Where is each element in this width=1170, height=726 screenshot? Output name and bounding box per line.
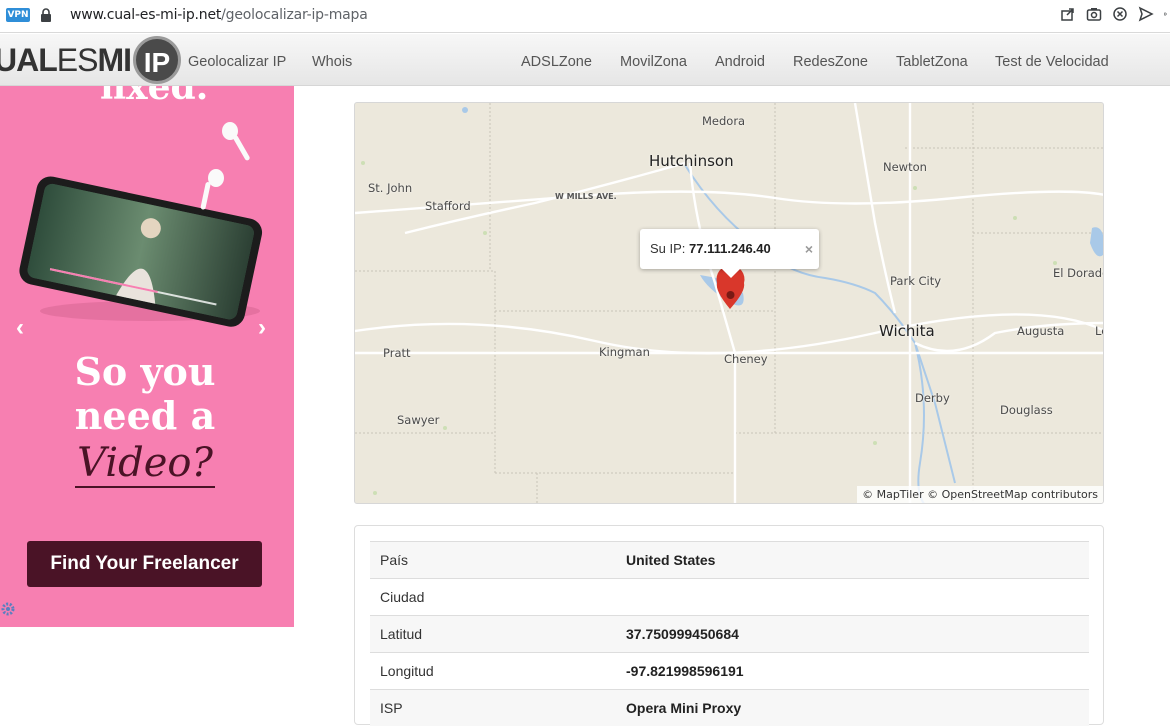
camera-icon[interactable]	[1086, 6, 1102, 22]
map-label-cheney: Cheney	[724, 352, 768, 366]
earbuds	[200, 122, 250, 210]
ip-map[interactable]: Medora Hutchinson Newton St. John Staffo…	[354, 102, 1104, 504]
vpn-badge[interactable]: VPN	[6, 8, 30, 22]
popup-tip	[722, 269, 740, 278]
ad-headline-line-1: So you	[74, 349, 216, 394]
map-label-derby: Derby	[915, 391, 950, 405]
row-value: -97.821998596191	[626, 663, 744, 679]
map-label-douglass: Douglass	[1000, 403, 1053, 417]
map-label-hutchinson: Hutchinson	[649, 152, 734, 170]
popup-close-button[interactable]: ×	[805, 229, 813, 269]
ad-headline-emphasis: Video?	[75, 440, 215, 488]
map-label-kingman: Kingman	[599, 345, 650, 359]
map-label-el-dorado: El Dorado	[1053, 266, 1104, 280]
menu-icon[interactable]	[1164, 6, 1170, 22]
map-attribution[interactable]: © MapTiler © OpenStreetMap contributors	[857, 486, 1103, 503]
url-field[interactable]: www.cual-es-mi-ip.net/geolocalizar-ip-ma…	[70, 7, 368, 23]
nav-tabletzona[interactable]: TabletZona	[896, 54, 968, 70]
nav-movilzona[interactable]: MovilZona	[620, 54, 687, 70]
ip-popup: Su IP: 77.111.246.40 ×	[640, 229, 819, 278]
block-icon[interactable]	[1112, 6, 1128, 22]
browser-toolbar	[1060, 6, 1170, 22]
map-label-pratt: Pratt	[383, 346, 411, 360]
map-label-sawyer: Sawyer	[397, 413, 440, 427]
row-label: Ciudad	[380, 589, 425, 605]
table-row-pais: País United States	[370, 541, 1089, 578]
table-row-isp: ISP Opera Mini Proxy	[370, 689, 1089, 726]
ad-headline-line-2: need a	[74, 393, 216, 438]
nav-geolocalizar-ip[interactable]: Geolocalizar IP	[188, 54, 286, 70]
send-icon[interactable]	[1138, 6, 1154, 22]
row-value: United States	[626, 552, 716, 568]
map-label-w-mills-ave: W MILLS AVE.	[555, 192, 617, 201]
row-label: Longitud	[380, 663, 434, 679]
row-label: Latitud	[380, 626, 423, 642]
browser-address-bar: VPN www.cual-es-mi-ip.net/geolocalizar-i…	[0, 0, 1170, 33]
map-label-st-john: St. John	[368, 181, 413, 195]
map-label-park-city: Park City	[890, 274, 942, 288]
logo-ip-circle: IP	[133, 36, 181, 84]
site-logo[interactable]: UALESMI IP	[0, 36, 181, 84]
url-path: /geolocalizar-ip-mapa	[221, 7, 368, 23]
nav-adslzone[interactable]: ADSLZone	[521, 54, 592, 70]
site-navbar: UALESMI IP Geolocalizar IP Whois ADSLZon…	[0, 34, 1170, 86]
popup-label: Su IP:	[650, 241, 686, 256]
nav-whois[interactable]: Whois	[312, 54, 352, 70]
nav-redeszone[interactable]: RedesZone	[793, 54, 868, 70]
share-icon[interactable]	[1060, 6, 1076, 22]
popup-ip-value: 77.111.246.40	[689, 241, 771, 256]
map-label-le: Le	[1095, 324, 1103, 338]
nav-test-de-velocidad[interactable]: Test de Velocidad	[995, 54, 1109, 70]
nav-android[interactable]: Android	[715, 54, 765, 70]
table-row-longitud: Longitud -97.821998596191	[370, 652, 1089, 689]
ad-settings-icon[interactable]	[0, 601, 16, 617]
url-host: www.cual-es-mi-ip.net	[70, 7, 222, 23]
phone-illustration	[19, 122, 263, 327]
table-row-latitud: Latitud 37.750999450684	[370, 615, 1089, 652]
row-value: 37.750999450684	[626, 626, 739, 642]
lock-icon	[41, 8, 51, 22]
logo-text: UALESMI	[0, 41, 132, 78]
carousel-next-button[interactable]: ›	[258, 314, 266, 342]
map-label-newton: Newton	[883, 160, 927, 174]
ip-info-table: País United States Ciudad Latitud 37.750…	[354, 525, 1104, 726]
find-freelancer-button[interactable]: Find Your Freelancer	[27, 541, 262, 587]
map-label-wichita: Wichita	[879, 322, 935, 340]
row-label: País	[380, 552, 409, 568]
carousel-prev-button[interactable]: ‹	[16, 314, 24, 342]
ad-banner[interactable]: fixed. ‹ › So you need a Video? Find You…	[0, 86, 294, 627]
map-label-stafford: Stafford	[425, 199, 471, 213]
table-row-ciudad: Ciudad	[370, 578, 1089, 615]
map-label-augusta: Augusta	[1017, 324, 1065, 338]
map-label-medora: Medora	[702, 114, 746, 128]
